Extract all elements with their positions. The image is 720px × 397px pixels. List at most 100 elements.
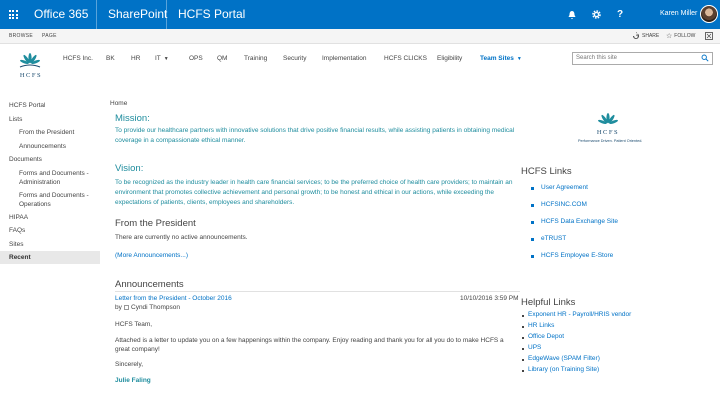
- leftnav-item-recent[interactable]: Recent: [0, 251, 100, 264]
- topnav-item-it[interactable]: IT ▼: [155, 55, 169, 62]
- app-launcher-icon[interactable]: [0, 0, 26, 29]
- leftnav-item-documents[interactable]: Documents: [9, 156, 42, 163]
- suite-bar: Office 365 SharePoint HCFS Portal ? Kare…: [0, 0, 720, 29]
- leftnav-item-hipaa[interactable]: HIPAA: [9, 214, 28, 221]
- announcement-date: 10/10/2016 3:59 PM: [460, 295, 519, 302]
- divider: [166, 0, 167, 29]
- topnav-item-training[interactable]: Training: [244, 55, 267, 62]
- topnav-item-team-sites[interactable]: Team Sites ▼: [480, 55, 522, 62]
- link-office-depot[interactable]: Office Depot: [528, 333, 564, 340]
- hcfs-logo-icon: [598, 113, 618, 124]
- user-name[interactable]: Karen Miller: [660, 10, 697, 17]
- search-box[interactable]: Search this site: [572, 52, 713, 65]
- announcement-body-closing: Sincerely,: [115, 361, 144, 368]
- mission-text-line2: coverage in a compassionate ethical mann…: [115, 137, 246, 144]
- help-icon[interactable]: ?: [608, 0, 632, 29]
- link-hr-links[interactable]: HR Links: [528, 322, 554, 329]
- topnav-item-it-label: IT: [155, 55, 161, 62]
- topnav-item-security[interactable]: Security: [283, 55, 306, 62]
- link-ups[interactable]: UPS: [528, 344, 541, 351]
- topnav-item-bk[interactable]: BK: [106, 55, 115, 62]
- topnav-item-implementation[interactable]: Implementation: [322, 55, 366, 62]
- leftnav-item-lists[interactable]: Lists: [9, 116, 22, 123]
- mission-heading: Mission:: [115, 113, 150, 124]
- chevron-down-icon: ▼: [163, 56, 169, 62]
- search-input[interactable]: Search this site: [576, 55, 617, 61]
- ribbon: BROWSE PAGE SHARE ☆ FOLLOW: [0, 29, 720, 44]
- sharepoint-app-title[interactable]: SharePoint: [108, 7, 167, 21]
- link-user-agreement[interactable]: User Agreement: [541, 184, 588, 191]
- divider: [96, 0, 97, 29]
- recent-label: Recent: [9, 254, 31, 261]
- logo-wordmark: HCFS: [596, 129, 620, 136]
- leftnav-item-announcements[interactable]: Announcements: [19, 143, 66, 150]
- announcement-signature: Julie Faling: [115, 377, 151, 384]
- gear-icon[interactable]: [584, 0, 608, 29]
- announcements-heading[interactable]: Announcements: [115, 279, 184, 290]
- leftnav-item-forms-operations[interactable]: Forms and Documents -: [19, 192, 89, 199]
- follow-label: FOLLOW: [674, 33, 696, 39]
- vision-heading: Vision:: [115, 163, 144, 174]
- bullet: [522, 337, 524, 339]
- topnav-item-qm[interactable]: QM: [217, 55, 227, 62]
- leftnav-item-sites[interactable]: Sites: [9, 241, 23, 248]
- presence-icon: [124, 305, 129, 310]
- bullet: [522, 315, 524, 317]
- tab-page[interactable]: PAGE: [42, 33, 57, 39]
- star-icon: ☆: [666, 33, 673, 40]
- bullet: [522, 348, 524, 350]
- bullet: [531, 221, 534, 224]
- topnav-item-eligibility[interactable]: Eligibility: [437, 55, 462, 62]
- hcfs-logo-icon: [19, 53, 41, 68]
- hcfs-logo-large: HCFS Performance Driven. Patient Oriente…: [578, 112, 658, 152]
- link-etrust[interactable]: eTRUST: [541, 235, 566, 242]
- announcement-body-text: Attached is a letter to update you on a …: [115, 337, 504, 344]
- leftnav-item-hcfs-portal[interactable]: HCFS Portal: [9, 102, 45, 109]
- breadcrumb[interactable]: Home: [110, 99, 127, 109]
- bullet: [522, 326, 524, 328]
- follow-button[interactable]: ☆ FOLLOW: [666, 32, 695, 40]
- bullet: [531, 187, 534, 190]
- logo-tagline: Performance Driven. Patient Oriented.: [578, 139, 643, 143]
- president-heading[interactable]: From the President: [115, 218, 196, 229]
- topnav-item-team-sites-label: Team Sites: [480, 55, 514, 62]
- bullet: [531, 255, 534, 258]
- mission-text: To provide our healthcare partners with …: [115, 127, 515, 134]
- link-edgewave[interactable]: EdgeWave (SPAM Filter): [528, 355, 600, 362]
- leftnav-item-forms-operations-line2[interactable]: Operations: [19, 201, 51, 208]
- share-label: SHARE: [642, 33, 660, 39]
- topnav-item-hcfs-inc[interactable]: HCFS Inc.: [63, 55, 93, 62]
- link-library[interactable]: Library (on Training Site): [528, 366, 599, 373]
- chevron-down-icon: ▼: [516, 56, 522, 62]
- topnav-item-hcfs-clicks[interactable]: HCFS CLICKS: [384, 55, 427, 62]
- leftnav-item-from-the-president[interactable]: From the President: [19, 129, 74, 136]
- bell-icon[interactable]: [560, 0, 584, 29]
- leftnav-item-forms-admin-line2[interactable]: Administration: [19, 179, 60, 186]
- share-button[interactable]: SHARE: [632, 32, 659, 40]
- announcement-body-greeting: HCFS Team,: [115, 321, 153, 328]
- link-employee-estore[interactable]: HCFS Employee E-Store: [541, 252, 613, 259]
- bullet: [522, 359, 524, 361]
- vision-text-line3: expectations of patients, clients, emplo…: [115, 199, 295, 206]
- site-logo[interactable]: HCFS: [8, 50, 52, 84]
- more-announcements-link[interactable]: (More Announcements...): [115, 251, 188, 261]
- office365-brand[interactable]: Office 365: [34, 7, 88, 21]
- search-icon[interactable]: [701, 54, 709, 62]
- leftnav-item-faqs[interactable]: FAQs: [9, 227, 25, 234]
- tab-browse[interactable]: BROWSE: [9, 33, 33, 39]
- focus-content-icon[interactable]: [705, 32, 713, 40]
- share-icon: [633, 32, 639, 39]
- avatar[interactable]: [700, 5, 718, 23]
- bullet: [531, 238, 534, 241]
- link-hcfsinc[interactable]: HCFSINC.COM: [541, 201, 587, 208]
- leftnav-item-forms-admin[interactable]: Forms and Documents -: [19, 170, 89, 177]
- vision-text: To be recognized as the industry leader …: [115, 179, 513, 186]
- link-data-exchange[interactable]: HCFS Data Exchange Site: [541, 218, 618, 225]
- site-title[interactable]: HCFS Portal: [178, 7, 245, 21]
- link-exponent-hr[interactable]: Exponent HR - Payroll/HRIS vendor: [528, 311, 631, 318]
- topnav-item-ops[interactable]: OPS: [189, 55, 203, 62]
- announcement-author[interactable]: Cyndi Thompson: [131, 303, 180, 313]
- logo-wordmark: HCFS: [19, 72, 43, 79]
- topnav-item-hr[interactable]: HR: [131, 55, 140, 62]
- announcement-by: by: [115, 304, 122, 311]
